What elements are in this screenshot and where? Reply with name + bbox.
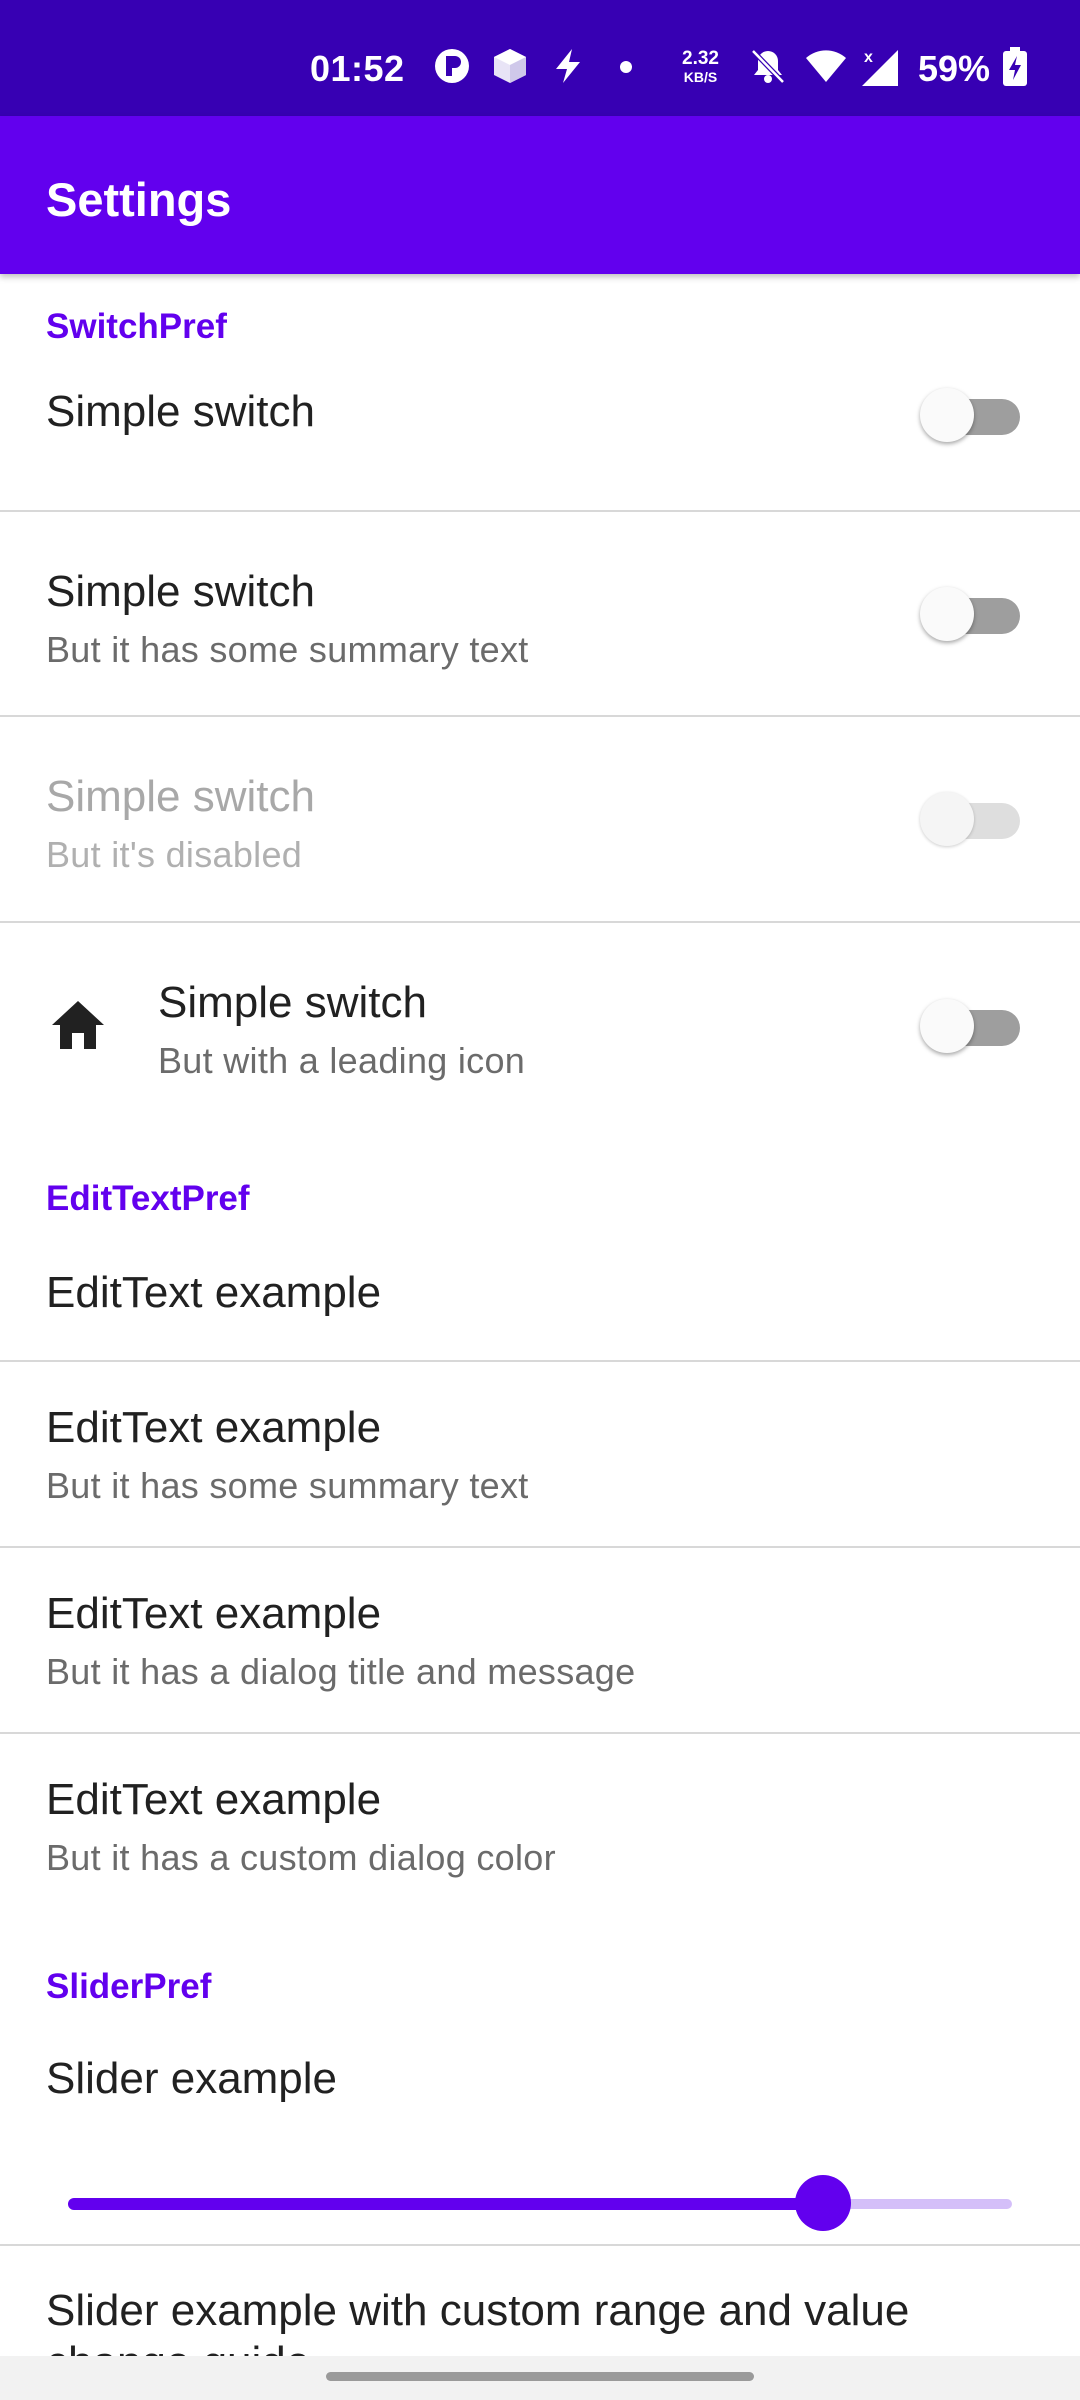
switch-pref-summary[interactable]: Simple switch But it has some summary te… bbox=[0, 512, 1080, 715]
edittext-pref-summary[interactable]: EditText example But it has some summary… bbox=[0, 1362, 1080, 1546]
pref-title: EditText example bbox=[46, 1268, 382, 1317]
bell-off-icon bbox=[751, 49, 785, 84]
pref-summary: But it has a dialog title and message bbox=[46, 1651, 636, 1692]
pref-title: EditText example bbox=[46, 1403, 382, 1452]
pref-title-continued: change guide bbox=[46, 2338, 310, 2356]
toggle-switch[interactable] bbox=[920, 999, 1020, 1053]
switch-thumb bbox=[920, 388, 974, 442]
app-bar: Settings bbox=[0, 116, 1080, 274]
status-bar: 01:52 2.32 KB/S x 59% bbox=[0, 0, 1080, 116]
home-gesture-handle[interactable] bbox=[326, 2372, 754, 2381]
dot-icon bbox=[620, 61, 632, 73]
edittext-pref-color[interactable]: EditText example But it has a custom dia… bbox=[0, 1734, 1080, 1918]
cube-icon bbox=[494, 49, 526, 83]
net-speed-value: 2.32 bbox=[682, 48, 719, 69]
pref-title: Slider example bbox=[46, 2054, 338, 2103]
switch-thumb bbox=[920, 999, 974, 1053]
svg-text:x: x bbox=[864, 49, 873, 66]
bolt-icon bbox=[556, 49, 580, 83]
edittext-pref-dialog[interactable]: EditText example But it has a dialog tit… bbox=[0, 1548, 1080, 1732]
slider-control[interactable] bbox=[68, 2173, 1012, 2233]
toggle-switch[interactable] bbox=[920, 587, 1020, 641]
pref-title: Slider example with custom range and val… bbox=[46, 2286, 910, 2335]
edittext-pref-simple[interactable]: EditText example bbox=[0, 1234, 1080, 1360]
slider-pref-custom[interactable]: Slider example with custom range and val… bbox=[0, 2246, 1080, 2356]
pref-title: Simple switch bbox=[46, 567, 315, 616]
page-title: Settings bbox=[46, 173, 232, 226]
pref-summary: But it has a custom dialog color bbox=[46, 1837, 556, 1878]
toggle-switch[interactable] bbox=[920, 388, 1020, 442]
pref-summary: But it's disabled bbox=[46, 834, 303, 875]
switch-pref-icon[interactable]: Simple switch But with a leading icon bbox=[0, 923, 1080, 1128]
category-header-sliderpref: SliderPref bbox=[46, 1967, 212, 2006]
switch-thumb bbox=[920, 587, 974, 641]
pref-title: Simple switch bbox=[46, 772, 315, 821]
wifi-icon bbox=[806, 50, 846, 82]
pref-title: EditText example bbox=[46, 1589, 382, 1638]
slider-thumb[interactable] bbox=[795, 2175, 851, 2231]
home-icon bbox=[52, 1001, 104, 1049]
pref-title: Simple switch bbox=[46, 387, 315, 436]
app-badge-icon bbox=[435, 49, 469, 83]
category-header-edittextpref: EditTextPref bbox=[46, 1179, 250, 1218]
toggle-switch-disabled bbox=[920, 792, 1020, 846]
pref-title: Simple switch bbox=[158, 978, 427, 1027]
pref-summary: But with a leading icon bbox=[158, 1040, 526, 1081]
pref-title: EditText example bbox=[46, 1775, 382, 1824]
slider-pref[interactable]: Slider example bbox=[0, 2024, 1080, 2244]
signal-icon: x bbox=[862, 49, 898, 86]
gesture-nav-bar bbox=[0, 2356, 1080, 2400]
switch-pref-disabled: Simple switch But it's disabled bbox=[0, 717, 1080, 921]
switch-pref-simple[interactable]: Simple switch bbox=[0, 366, 1080, 510]
battery-charging-icon bbox=[1003, 47, 1027, 86]
pref-summary: But it has some summary text bbox=[46, 1465, 529, 1506]
slider-active-track bbox=[68, 2198, 823, 2210]
category-header-switchpref: SwitchPref bbox=[46, 307, 227, 346]
net-speed-unit: KB/S bbox=[683, 69, 718, 85]
status-time: 01:52 bbox=[310, 48, 405, 89]
pref-summary: But it has some summary text bbox=[46, 629, 529, 670]
battery-percent: 59% bbox=[918, 48, 991, 89]
net-speed: 2.32 KB/S bbox=[682, 48, 719, 86]
switch-thumb bbox=[920, 792, 974, 846]
